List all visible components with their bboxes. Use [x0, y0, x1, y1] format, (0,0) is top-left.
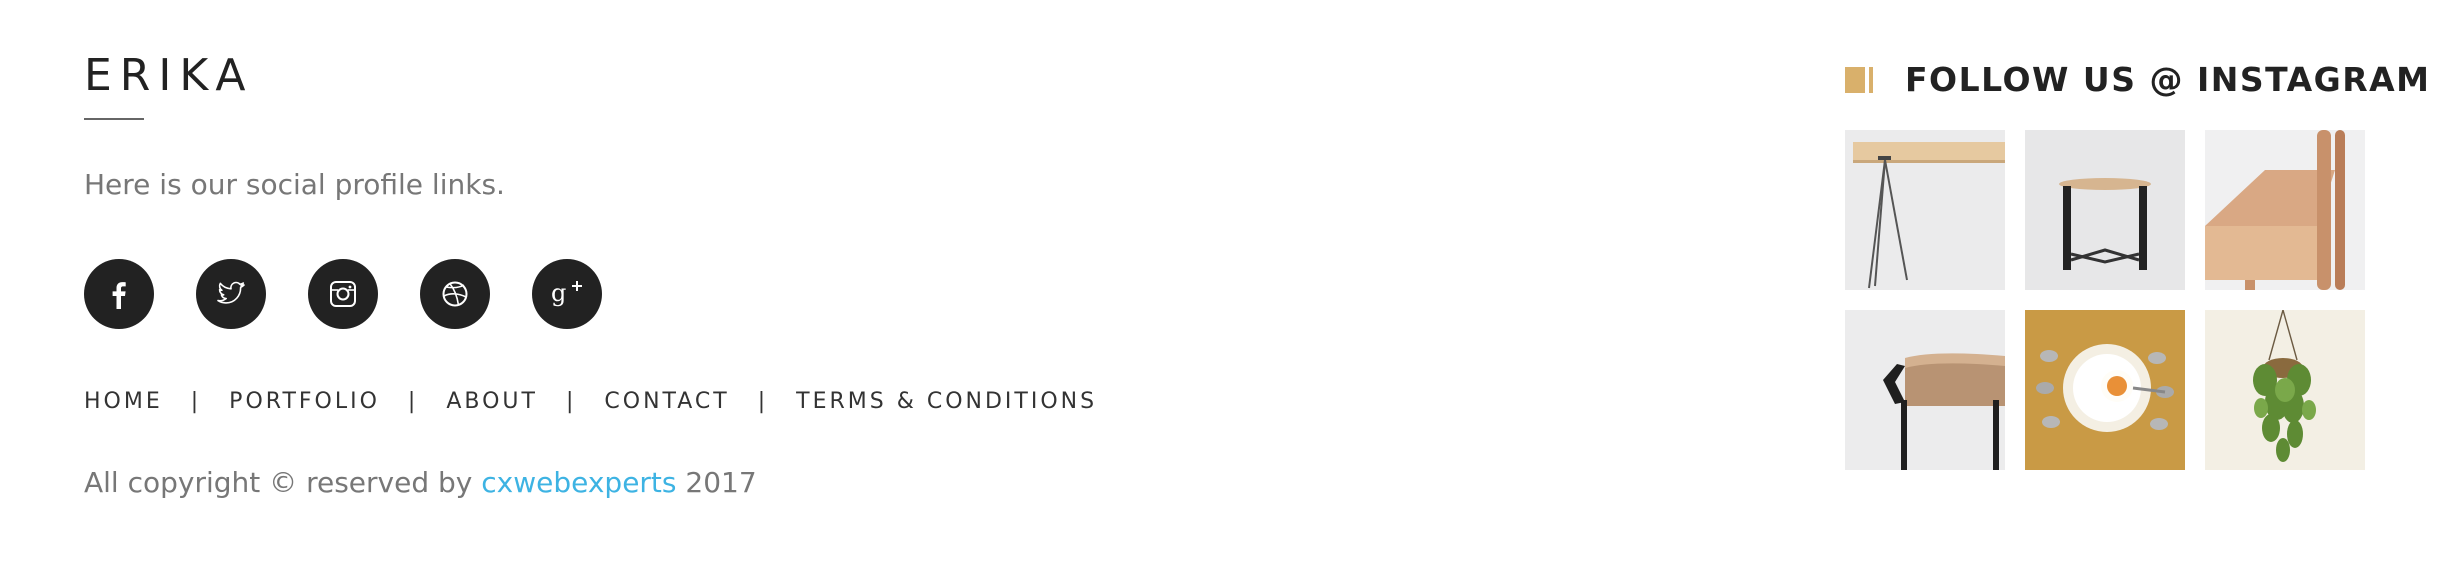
twitter-icon: [217, 281, 245, 304]
instagram-photo-breakfast[interactable]: [2025, 310, 2185, 470]
table-image: [1845, 130, 2005, 290]
nav-terms[interactable]: TERMS & CONDITIONS: [796, 389, 1097, 414]
plant-image: [2205, 310, 2365, 470]
copyright-suffix: 2017: [676, 466, 757, 499]
side-table-image: [2025, 130, 2185, 290]
instagram-photo-round-table[interactable]: [1845, 310, 2005, 470]
copyright-text: All copyright © reserved by cxwebexperts…: [84, 466, 757, 499]
nav-about[interactable]: ABOUT: [446, 389, 538, 414]
copyright-link[interactable]: cxwebexperts: [481, 466, 676, 499]
instagram-grid: [1845, 130, 2365, 470]
facebook-icon: [112, 282, 126, 309]
copyright-prefix: All copyright © reserved by: [84, 466, 482, 499]
instagram-photo-plant[interactable]: [2205, 310, 2365, 470]
nav-portfolio[interactable]: PORTFOLIO: [229, 389, 380, 414]
instagram-icon: [330, 281, 356, 307]
social-links: g: [84, 259, 602, 329]
dribbble-link[interactable]: [420, 259, 490, 329]
breakfast-image: [2025, 310, 2185, 470]
nav-home[interactable]: HOME: [84, 389, 163, 414]
svg-text:g: g: [551, 279, 566, 307]
twitter-link[interactable]: [196, 259, 266, 329]
facebook-link[interactable]: [84, 259, 154, 329]
site-footer: ERIKA Here is our social profile links.: [0, 0, 2464, 574]
footer-nav: HOME | PORTFOLIO | ABOUT | CONTACT | TER…: [84, 389, 1097, 414]
nav-separator: |: [190, 389, 202, 414]
nav-contact[interactable]: CONTACT: [604, 389, 729, 414]
instagram-link[interactable]: [308, 259, 378, 329]
chair-image: [2205, 130, 2365, 290]
instagram-title: FOLLOW US @ INSTAGRAM: [1905, 60, 2431, 99]
footer-brand-logo[interactable]: ERIKA: [84, 54, 254, 98]
section-marker-icon: [1845, 66, 1873, 93]
nav-separator: |: [757, 389, 769, 414]
instagram-photo-table[interactable]: [1845, 130, 2005, 290]
instagram-photo-chair[interactable]: [2205, 130, 2365, 290]
nav-separator: |: [407, 389, 419, 414]
dribbble-icon: [442, 281, 468, 307]
instagram-header: FOLLOW US @ INSTAGRAM: [1845, 60, 2431, 99]
footer-tagline: Here is our social profile links.: [84, 168, 505, 201]
nav-separator: |: [565, 389, 577, 414]
round-table-image: [1845, 310, 2005, 470]
brand-underline: [84, 118, 144, 120]
instagram-photo-side-table[interactable]: [2025, 130, 2185, 290]
google-plus-link[interactable]: g: [532, 259, 602, 329]
google-plus-icon: g: [551, 279, 582, 307]
